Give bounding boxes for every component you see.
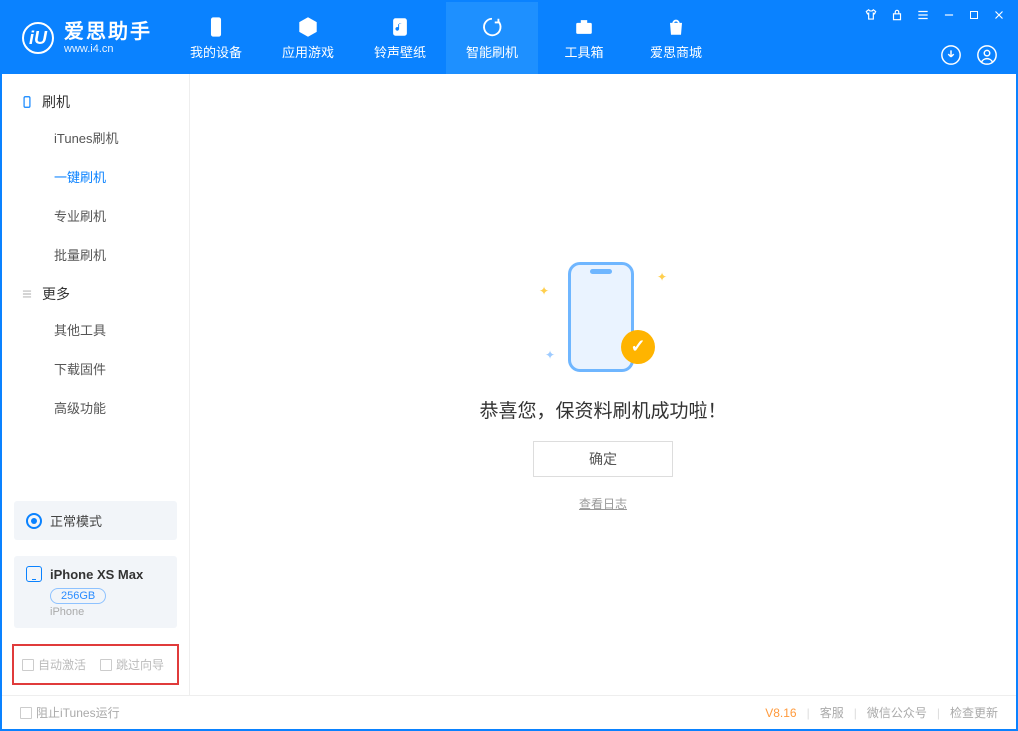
sidebar-item-download-firmware[interactable]: 下载固件 [2,349,189,388]
window-controls [864,8,1006,22]
nav-tab-my-device[interactable]: 我的设备 [170,2,262,74]
sidebar-group-title: 刷机 [42,92,70,112]
checkbox-label: 阻止iTunes运行 [36,704,120,721]
lock-icon[interactable] [890,8,904,22]
checkbox-label: 跳过向导 [116,656,164,673]
sidebar-group-more: 更多 [2,274,189,310]
logo-badge-icon: iU [22,22,54,54]
checkbox-icon [20,707,32,719]
checkbox-icon [22,659,34,671]
header-action-icons [940,44,1006,66]
status-label: 正常模式 [50,511,102,530]
app-logo: iU 爱思助手 www.i4.cn [2,2,170,74]
ok-button[interactable]: 确定 [533,441,673,477]
menu-icon[interactable] [916,8,930,22]
main-panel: ✦ ✦ ✦ ✓ 恭喜您，保资料刷机成功啦！ 确定 查看日志 [190,74,1016,695]
app-title: 爱思助手 [64,21,152,43]
minimize-button[interactable] [942,8,956,22]
sidebar-item-batch-flash[interactable]: 批量刷机 [2,235,189,274]
app-body: 刷机 iTunes刷机 一键刷机 专业刷机 批量刷机 更多 其他工具 下载固件 … [2,74,1016,695]
footer-link-check-update[interactable]: 检查更新 [950,704,998,721]
device-name: iPhone XS Max [50,567,143,582]
view-log-link[interactable]: 查看日志 [579,495,627,512]
separator: | [807,706,810,720]
status-dot-icon [26,513,42,529]
footer-right: V8.16 | 客服 | 微信公众号 | 检查更新 [765,704,998,721]
sidebar-item-itunes-flash[interactable]: iTunes刷机 [2,118,189,157]
app-subtitle: www.i4.cn [64,43,152,55]
bottom-options-highlighted: 自动激活 跳过向导 [12,644,179,685]
phone-icon [205,16,227,38]
device-type: iPhone [50,606,165,618]
checkbox-auto-activate[interactable]: 自动激活 [22,656,86,673]
sidebar-item-oneclick-flash[interactable]: 一键刷机 [2,157,189,196]
sidebar-item-pro-flash[interactable]: 专业刷机 [2,196,189,235]
nav-label: 工具箱 [564,42,603,61]
sparkle-icon: ✦ [539,284,549,298]
nav-tab-store[interactable]: 爱思商城 [630,2,722,74]
nav-tab-apps-games[interactable]: 应用游戏 [262,2,354,74]
separator: | [854,706,857,720]
footer-link-support[interactable]: 客服 [820,704,844,721]
footer-link-wechat[interactable]: 微信公众号 [867,704,927,721]
phone-outline-icon [20,95,34,109]
checkbox-icon [100,659,112,671]
device-name-row: iPhone XS Max [26,566,165,582]
nav-tab-ringtones-wallpapers[interactable]: 铃声壁纸 [354,2,446,74]
toolbox-icon [573,16,595,38]
checkbox-skip-wizard[interactable]: 跳过向导 [100,656,164,673]
app-window: iU 爱思助手 www.i4.cn 我的设备 应用游戏 铃声壁纸 智能刷机 [0,0,1018,731]
nav-label: 爱思商城 [650,42,702,61]
footer-left: 阻止iTunes运行 [20,704,120,721]
device-icon [26,566,42,582]
device-info-card[interactable]: iPhone XS Max 256GB iPhone [14,556,177,628]
nav-label: 我的设备 [190,42,242,61]
sidebar-group-flash: 刷机 [2,82,189,118]
device-mode-status[interactable]: 正常模式 [14,501,177,540]
sidebar-item-other-tools[interactable]: 其他工具 [2,310,189,349]
success-message: 恭喜您，保资料刷机成功啦！ [479,396,726,423]
sparkle-icon: ✦ [545,348,555,362]
sidebar-item-advanced[interactable]: 高级功能 [2,388,189,427]
app-header: iU 爱思助手 www.i4.cn 我的设备 应用游戏 铃声壁纸 智能刷机 [2,2,1016,74]
device-capacity-badge: 256GB [50,588,106,604]
checkbox-block-itunes[interactable]: 阻止iTunes运行 [20,704,120,721]
logo-text: 爱思助手 www.i4.cn [64,21,152,55]
sidebar-group-title: 更多 [42,284,70,304]
nav-label: 智能刷机 [466,42,518,61]
separator: | [937,706,940,720]
refresh-shield-icon [481,16,503,38]
list-icon [20,287,34,301]
version-label: V8.16 [765,706,796,720]
cube-icon [297,16,319,38]
success-illustration: ✦ ✦ ✦ ✓ [533,258,673,378]
download-circle-icon[interactable] [940,44,962,66]
sidebar-scroll: 刷机 iTunes刷机 一键刷机 专业刷机 批量刷机 更多 其他工具 下载固件 … [2,74,189,493]
sparkle-icon: ✦ [657,270,667,284]
user-circle-icon[interactable] [976,44,998,66]
music-file-icon [389,16,411,38]
nav-tab-toolbox[interactable]: 工具箱 [538,2,630,74]
checkbox-label: 自动激活 [38,656,86,673]
app-footer: 阻止iTunes运行 V8.16 | 客服 | 微信公众号 | 检查更新 [2,695,1016,729]
tshirt-icon[interactable] [864,8,878,22]
nav-tabs: 我的设备 应用游戏 铃声壁纸 智能刷机 工具箱 爱思商城 [170,2,722,74]
maximize-button[interactable] [968,8,980,22]
header-right [864,2,1006,74]
nav-tab-smart-flash[interactable]: 智能刷机 [446,2,538,74]
close-button[interactable] [992,8,1006,22]
sidebar: 刷机 iTunes刷机 一键刷机 专业刷机 批量刷机 更多 其他工具 下载固件 … [2,74,190,695]
bag-icon [665,16,687,38]
nav-label: 铃声壁纸 [374,42,426,61]
nav-label: 应用游戏 [282,42,334,61]
check-badge-icon: ✓ [621,330,655,364]
